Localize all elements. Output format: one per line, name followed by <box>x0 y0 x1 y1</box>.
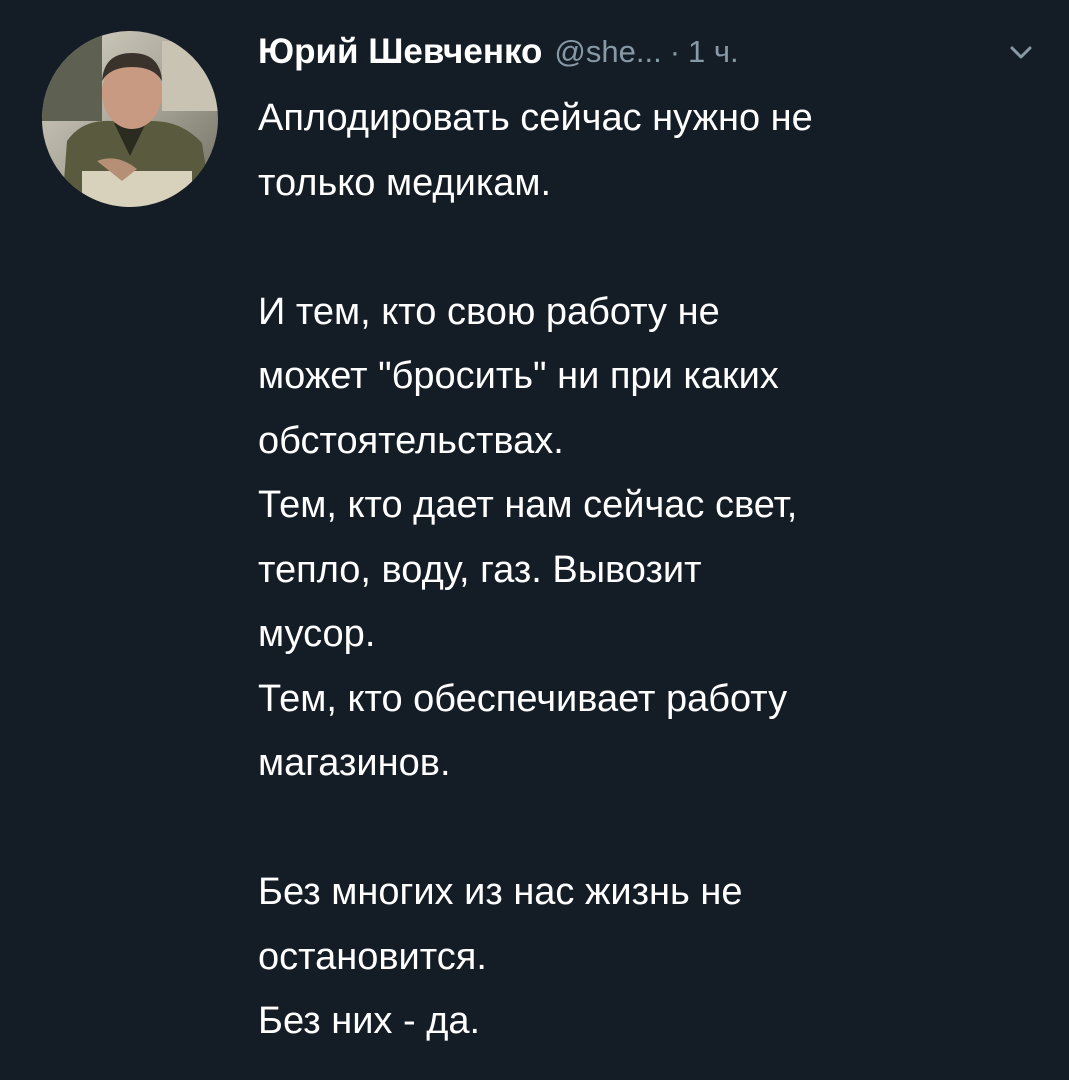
tweet-text-line: Без них - да. <box>258 1000 481 1042</box>
tweet-text-line: остановится. <box>258 935 487 978</box>
tweet-text-line: И тем, кто свою работу не <box>258 290 720 333</box>
tweet-text-line: обстоятельствах. <box>258 419 564 462</box>
tweet-text: Аплодировать сейчас нужно не только меди… <box>258 86 1048 1054</box>
tweet[interactable]: Юрий Шевченко @she... · 1 ч. Аплодироват… <box>0 0 1069 1080</box>
tweet-timestamp[interactable]: 1 ч. <box>688 34 739 70</box>
chevron-down-icon[interactable] <box>1006 38 1036 68</box>
tweet-text-line: только медикам. <box>258 161 552 204</box>
tweet-text-line <box>258 796 1048 861</box>
tweet-text-line: Тем, кто дает нам сейчас свет, <box>258 484 798 526</box>
tweet-text-line: Без многих из нас жизнь не <box>258 871 743 913</box>
tweet-text-line <box>258 215 1048 280</box>
meta-separator: · <box>669 34 681 69</box>
author-name[interactable]: Юрий Шевченко <box>258 32 542 72</box>
tweet-text-line: Аплодировать сейчас нужно не <box>258 97 813 139</box>
user-avatar[interactable] <box>42 31 218 207</box>
tweet-text-line: тепло, воду, газ. Вывозит <box>258 548 702 591</box>
author-handle[interactable]: @she... <box>554 34 661 70</box>
tweet-text-line: магазинов. <box>258 742 451 784</box>
tweet-header: Юрий Шевченко @she... · 1 ч. <box>258 22 1048 82</box>
tweet-text-line: может "бросить" ни при каких <box>258 355 779 397</box>
tweet-text-line: мусор. <box>258 613 376 655</box>
avatar-photo-icon <box>42 31 218 207</box>
tweet-text-line: Тем, кто обеспечивает работу <box>258 677 788 720</box>
